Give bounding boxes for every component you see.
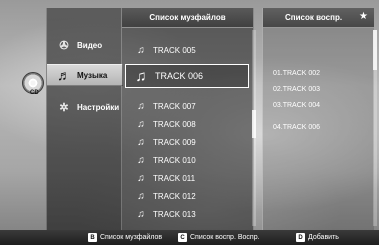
d-button-icon: D — [296, 233, 305, 242]
hint-label: Список воспр. Воспр. — [190, 234, 260, 241]
category-settings[interactable]: ✲ Настройки — [47, 96, 123, 118]
category-video[interactable]: ✇ Видео — [47, 34, 123, 56]
track-label: TRACK 009 — [153, 138, 196, 147]
list-item[interactable]: ♫ TRACK 010 — [126, 152, 246, 169]
music-note-icon: ♫ — [137, 191, 145, 202]
file-list-scroll-thumb[interactable] — [252, 110, 256, 138]
star-icon: ★ — [359, 11, 368, 22]
track-label: TRACK 008 — [153, 120, 196, 129]
list-item[interactable]: ♫ TRACK 013 — [126, 206, 246, 223]
playlist-title: Список воспр. — [285, 13, 343, 22]
list-item[interactable]: ♫ TRACK 012 — [126, 188, 246, 205]
music-note-icon: ♫ — [137, 137, 145, 148]
category-label: Настройки — [77, 102, 120, 112]
track-label: TRACK 013 — [153, 210, 196, 219]
music-note-icon: ♫ — [137, 45, 145, 56]
playlist-item[interactable]: 02.TRACK 003 — [273, 82, 369, 96]
music-note-icon: ♫ — [137, 101, 145, 112]
file-list-title: Список музфайлов — [122, 8, 253, 28]
track-label: TRACK 011 — [153, 174, 196, 183]
track-label: TRACK 005 — [153, 46, 196, 55]
music-note-icon: ♬ — [57, 67, 71, 83]
list-item[interactable]: ♫ TRACK 005 — [126, 42, 246, 59]
music-note-icon: ♫ — [137, 209, 145, 220]
settings-gear-icon: ✲ — [59, 101, 69, 114]
hint-music-list[interactable]: B Список музфайлов — [88, 233, 162, 242]
media-menu-screen: CD ✇ Видео ♬ Музыка ✲ Настройки Список м… — [0, 0, 379, 245]
track-label: TRACK 007 — [153, 102, 196, 111]
list-item[interactable]: ♫ TRACK 009 — [126, 134, 246, 151]
hint-label: Добавить — [308, 234, 339, 241]
hint-add[interactable]: D Добавить — [296, 233, 339, 242]
disc-label: CD — [30, 90, 39, 96]
playlist-item[interactable]: 04.TRACK 006 — [273, 120, 369, 134]
hint-playlist-play[interactable]: C Список воспр. Воспр. — [178, 233, 260, 242]
category-label: Видео — [77, 40, 103, 50]
music-note-icon: ♫ — [137, 155, 145, 166]
bottom-hint-bar: B Список музфайлов C Список воспр. Воспр… — [0, 230, 379, 245]
file-list-scrollbar[interactable] — [252, 30, 256, 226]
playlist-scrollbar[interactable] — [373, 30, 377, 226]
track-label: TRACK 006 — [155, 71, 204, 81]
playlist-header: Список воспр. — [263, 8, 374, 28]
b-button-icon: B — [88, 233, 97, 242]
category-music[interactable]: ♬ Музыка — [47, 64, 123, 86]
c-button-icon: C — [178, 233, 187, 242]
music-note-icon: ♫ — [137, 173, 145, 184]
list-item-selected[interactable]: ♫ TRACK 006 — [125, 64, 249, 88]
playlist-item[interactable]: 03.TRACK 004 — [273, 98, 369, 112]
music-file-list: Список музфайлов ♫ TRACK 005 ♫ TRACK 006… — [122, 8, 256, 230]
film-reel-icon: ✇ — [59, 39, 69, 52]
playlist-panel: Список воспр. ★ 01.TRACK 002 02.TRACK 00… — [262, 8, 377, 230]
disc-zone: CD — [8, 8, 46, 230]
list-item[interactable]: ♫ TRACK 011 — [126, 170, 246, 187]
music-note-icon: ♫ — [137, 119, 145, 130]
hint-label: Список музфайлов — [100, 234, 163, 241]
music-note-icon: ♫ — [135, 67, 147, 85]
list-item[interactable]: ♫ TRACK 008 — [126, 116, 246, 133]
track-label: TRACK 012 — [153, 192, 196, 201]
category-panel: ✇ Видео ♬ Музыка ✲ Настройки — [46, 8, 123, 230]
playlist-item[interactable]: 01.TRACK 002 — [273, 66, 369, 80]
category-label: Музыка — [77, 70, 108, 80]
playlist-scroll-thumb[interactable] — [373, 30, 377, 70]
track-label: TRACK 010 — [153, 156, 196, 165]
list-item[interactable]: ♫ TRACK 007 — [126, 98, 246, 115]
